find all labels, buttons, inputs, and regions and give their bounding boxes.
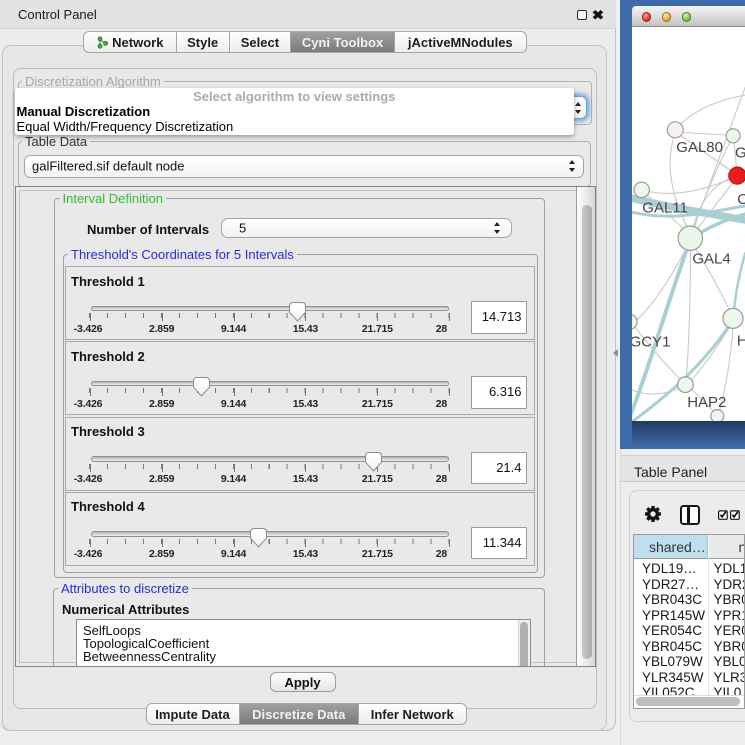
svg-text:CY: CY (737, 191, 745, 208)
svg-text:GAL4: GAL4 (692, 251, 730, 268)
svg-text:GA: GA (735, 145, 745, 162)
svg-text:HI: HI (737, 332, 745, 349)
svg-text:GCY1: GCY1 (632, 334, 670, 351)
svg-text:GAL11: GAL11 (642, 200, 688, 217)
svg-text:GAL80: GAL80 (676, 139, 723, 156)
svg-text:HAP2: HAP2 (687, 394, 726, 411)
